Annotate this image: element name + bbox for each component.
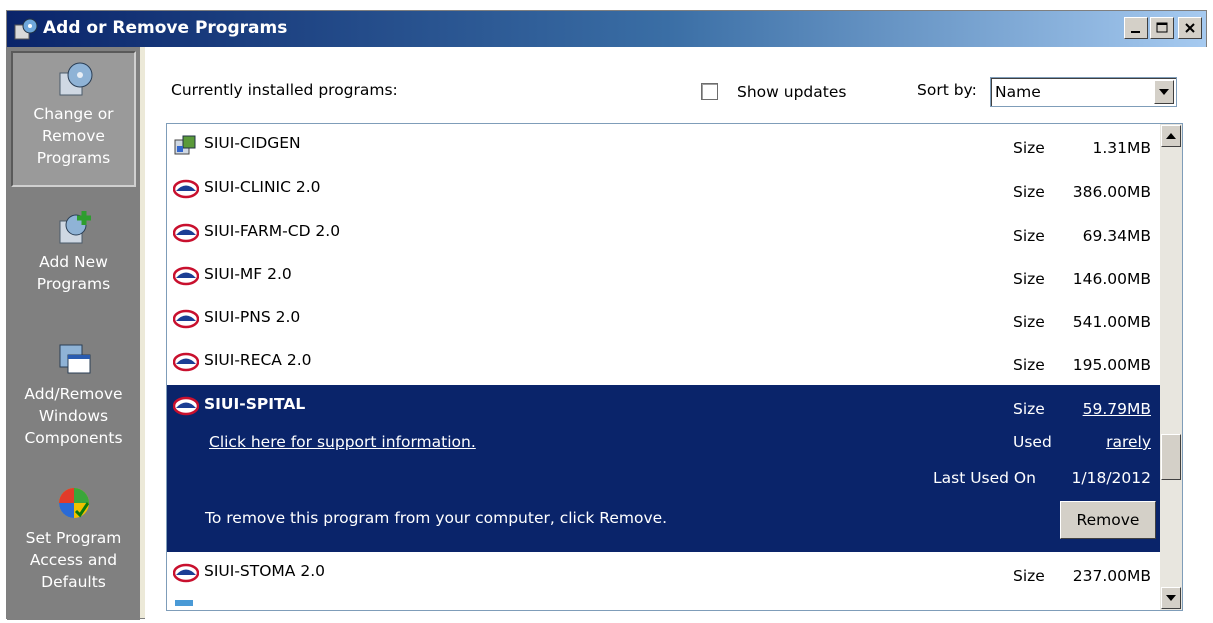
- program-name: SIUI-MF 2.0: [204, 265, 292, 283]
- add-remove-programs-window: Add or Remove Programs Change or Remove …: [6, 10, 1207, 620]
- siui-logo-icon: [173, 223, 199, 243]
- size-label: Size: [1013, 139, 1045, 157]
- sidebar-item-label: Change or Remove Programs: [33, 105, 114, 167]
- maximize-icon: [1156, 22, 1168, 33]
- dropdown-button[interactable]: [1154, 80, 1174, 104]
- program-row[interactable]: SIUI-STOMA 2.0 Size 237.00MB: [167, 552, 1161, 596]
- siui-logo-icon: [173, 309, 199, 329]
- size-value: 541.00MB: [1072, 313, 1151, 331]
- program-name: SIUI-STOMA 2.0: [204, 562, 325, 580]
- size-value: 69.34MB: [1082, 227, 1151, 245]
- sort-by-value: Name: [995, 83, 1041, 101]
- program-name: SIUI-FARM-CD 2.0: [204, 222, 341, 240]
- program-row[interactable]: SIUI-PNS 2.0 Size 541.00MB: [167, 298, 1161, 341]
- size-value: 146.00MB: [1072, 270, 1151, 288]
- maximize-button[interactable]: [1150, 17, 1174, 39]
- program-row-partial[interactable]: [167, 596, 1161, 610]
- programs-list[interactable]: SIUI-CIDGEN Size 1.31MB SIUI-CLINIC 2.0 …: [166, 123, 1183, 611]
- size-value-link[interactable]: 59.79MB: [1083, 400, 1151, 418]
- sidebar-item-program-access[interactable]: Set Program Access and Defaults: [11, 483, 136, 593]
- size-value: 237.00MB: [1072, 567, 1151, 585]
- sort-by-label: Sort by:: [917, 81, 977, 99]
- size-label: Size: [1013, 227, 1045, 245]
- last-used-value: 1/18/2012: [1071, 469, 1151, 487]
- size-value: 386.00MB: [1072, 183, 1151, 201]
- size-value: 1.31MB: [1092, 139, 1151, 157]
- add-remove-programs-icon: [14, 18, 38, 40]
- change-remove-programs-icon: [59, 62, 92, 96]
- program-access-icon: [58, 488, 89, 518]
- program-row[interactable]: SIUI-RECA 2.0 Size 195.00MB: [167, 341, 1161, 384]
- program-name: SIUI-CIDGEN: [204, 134, 301, 152]
- title-bar[interactable]: Add or Remove Programs: [7, 11, 1206, 47]
- program-row[interactable]: SIUI-MF 2.0 Size 146.00MB: [167, 255, 1161, 298]
- minimize-icon: [1131, 31, 1140, 33]
- selected-program-row[interactable]: SIUI-SPITAL Size 59.79MB Click here for …: [167, 385, 1161, 552]
- siui-logo-icon: [173, 563, 199, 583]
- used-label: Used: [1013, 433, 1052, 451]
- vertical-scrollbar[interactable]: [1160, 124, 1182, 610]
- sidebar-item-label: Add New Programs: [36, 253, 111, 293]
- program-row[interactable]: SIUI-FARM-CD 2.0 Size 69.34MB: [167, 212, 1161, 255]
- size-label: Size: [1013, 567, 1045, 585]
- program-name: SIUI-CLINIC 2.0: [204, 178, 321, 196]
- show-updates-checkbox[interactable]: [701, 83, 718, 100]
- program-name: SIUI-PNS 2.0: [204, 308, 301, 326]
- siui-logo-icon: [173, 266, 199, 286]
- size-label: Size: [1013, 356, 1045, 374]
- support-info-link[interactable]: Click here for support information.: [209, 433, 476, 451]
- scroll-up-button[interactable]: [1161, 125, 1181, 147]
- size-label: Size: [1013, 313, 1045, 331]
- size-label: Size: [1013, 270, 1045, 288]
- installed-programs-label: Currently installed programs:: [171, 81, 398, 99]
- sidebar-item-change-remove[interactable]: Change or Remove Programs: [11, 51, 136, 187]
- chevron-down-icon: [1159, 89, 1169, 95]
- used-value-link[interactable]: rarely: [1106, 433, 1151, 451]
- close-icon: [1185, 23, 1195, 33]
- installer-icon: [174, 135, 196, 155]
- window-title: Add or Remove Programs: [43, 18, 288, 38]
- sort-by-dropdown[interactable]: Name: [990, 77, 1177, 107]
- program-name: SIUI-RECA 2.0: [204, 351, 312, 369]
- main-panel: Currently installed programs: Show updat…: [145, 47, 1207, 619]
- close-button[interactable]: [1178, 17, 1202, 39]
- scroll-thumb[interactable]: [1161, 434, 1181, 480]
- remove-button[interactable]: Remove: [1060, 501, 1156, 539]
- sidebar: Change or Remove Programs Add New Progra…: [7, 47, 140, 620]
- windows-components-icon: [59, 344, 90, 374]
- sidebar-item-add-new[interactable]: Add New Programs: [11, 207, 136, 295]
- arrow-down-icon: [1166, 595, 1176, 601]
- siui-logo-icon: [173, 352, 199, 372]
- program-name: SIUI-SPITAL: [204, 395, 306, 413]
- size-label: Size: [1013, 183, 1045, 201]
- remove-instructions: To remove this program from your compute…: [205, 509, 668, 527]
- sidebar-item-label: Set Program Access and Defaults: [25, 529, 122, 591]
- sidebar-item-label: Add/Remove Windows Components: [24, 385, 123, 447]
- last-used-label: Last Used On: [933, 469, 1036, 487]
- minimize-button[interactable]: [1124, 17, 1148, 39]
- program-row[interactable]: SIUI-CIDGEN Size 1.31MB: [167, 124, 1161, 168]
- arrow-up-icon: [1166, 133, 1176, 139]
- scroll-down-button[interactable]: [1161, 587, 1181, 609]
- show-updates-label[interactable]: Show updates: [737, 83, 846, 101]
- siui-logo-icon: [173, 179, 199, 199]
- size-value: 195.00MB: [1072, 356, 1151, 374]
- sidebar-item-windows-components[interactable]: Add/Remove Windows Components: [11, 339, 136, 449]
- size-label: Size: [1013, 400, 1045, 418]
- program-row[interactable]: SIUI-CLINIC 2.0 Size 386.00MB: [167, 168, 1161, 212]
- siui-logo-icon: [173, 396, 199, 416]
- program-icon-partial: [175, 600, 193, 606]
- add-new-programs-icon: [59, 211, 91, 244]
